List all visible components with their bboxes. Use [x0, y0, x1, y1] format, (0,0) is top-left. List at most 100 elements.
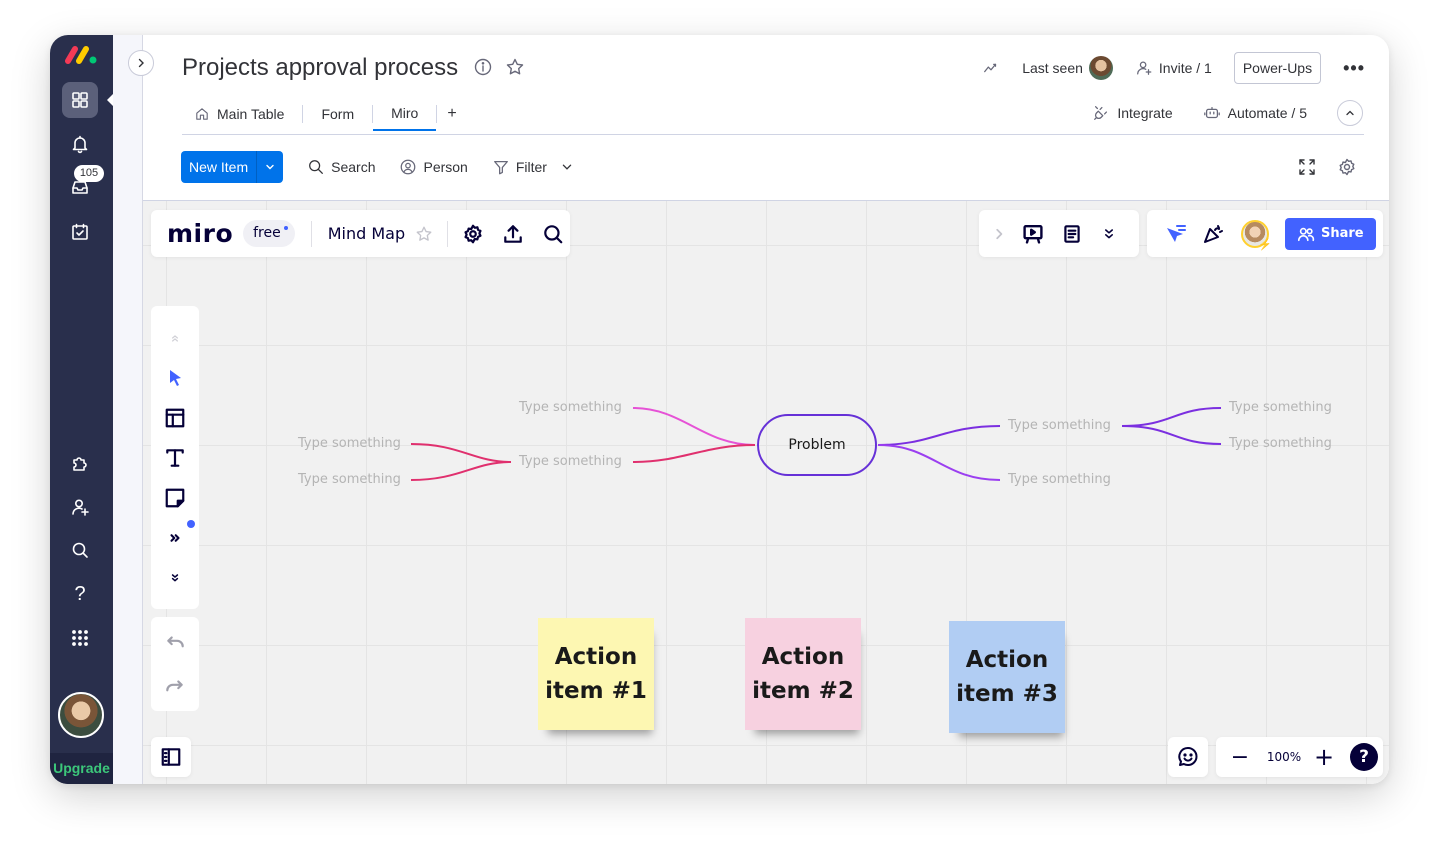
filter-button[interactable]: Filter	[492, 158, 573, 176]
templates-tool[interactable]	[163, 406, 187, 430]
person-filter-button[interactable]: Person	[399, 158, 468, 176]
miro-logo[interactable]: miro	[167, 219, 233, 248]
settings-gear-icon[interactable]	[1337, 157, 1357, 177]
mindmap-node[interactable]: Type something	[298, 472, 401, 487]
mindmap-node[interactable]: Type something	[1008, 472, 1111, 487]
upload-icon[interactable]	[502, 223, 524, 245]
cursor-follow-icon[interactable]	[1163, 222, 1187, 246]
connector-right-child-lower	[1121, 425, 1222, 445]
miro-share-button[interactable]: Share	[1285, 217, 1376, 250]
connector-center-right-lower	[877, 444, 1001, 481]
connector-center-left-upper	[632, 407, 756, 446]
automate-button[interactable]: Automate / 5	[1203, 104, 1307, 122]
chevron-right-icon	[138, 58, 144, 68]
star-icon[interactable]	[505, 57, 525, 77]
mindmap-node[interactable]: Type something	[519, 400, 622, 415]
tab-label: Main Table	[217, 106, 285, 122]
collaborator-avatar[interactable]: ⚡	[1241, 219, 1272, 251]
left-nav: 105 ? Upgrade	[50, 35, 114, 784]
zoom-out-button[interactable]: −	[1228, 745, 1252, 770]
tools-scroll-down-button[interactable]	[163, 566, 187, 590]
mindmap-node[interactable]: Type something	[519, 454, 622, 469]
nav-help-button[interactable]: ?	[62, 576, 98, 612]
chevrons-down-icon[interactable]	[1101, 226, 1117, 242]
tab-miro[interactable]: Miro	[373, 97, 437, 131]
mindmap-node[interactable]: Type something	[298, 436, 401, 451]
invite-button[interactable]: Invite / 1	[1135, 59, 1212, 77]
chevron-up-icon	[1346, 110, 1354, 116]
search-icon[interactable]	[542, 223, 564, 245]
zoom-controls: − 100% + ?	[1216, 737, 1383, 777]
mindmap-node[interactable]: Type something	[1229, 436, 1332, 451]
sticky-note[interactable]: Action item #2	[745, 618, 861, 730]
tab-main-table[interactable]: Main Table	[182, 97, 302, 131]
chevrons-up-icon	[172, 335, 178, 342]
mindmap-center-node[interactable]: Problem	[757, 414, 877, 476]
nav-integrations-button[interactable]	[62, 445, 98, 481]
new-item-button[interactable]: New Item	[181, 151, 256, 183]
nav-search-button[interactable]	[62, 532, 98, 568]
integrate-button[interactable]: Integrate	[1092, 104, 1173, 122]
tools-scroll-up-button[interactable]	[163, 326, 187, 350]
monday-logo-icon[interactable]	[64, 45, 98, 65]
more-options-button[interactable]: •••	[1343, 58, 1365, 79]
miro-history-panel	[151, 617, 199, 711]
mindmap-node[interactable]: Type something	[1229, 400, 1332, 415]
fullscreen-icon[interactable]	[1297, 157, 1317, 177]
text-tool[interactable]	[163, 446, 187, 470]
info-icon[interactable]	[473, 57, 493, 77]
tab-label: Miro	[391, 105, 419, 121]
miro-help-button[interactable]: ?	[1350, 743, 1378, 771]
calendar-check-icon	[72, 223, 88, 240]
presentation-icon[interactable]	[1021, 222, 1045, 246]
zoom-level[interactable]: 100%	[1264, 750, 1304, 764]
redo-button[interactable]	[163, 675, 187, 699]
zoom-in-button[interactable]: +	[1312, 743, 1336, 771]
more-tools-button[interactable]	[163, 520, 195, 550]
star-icon[interactable]	[415, 225, 433, 243]
select-tool[interactable]	[163, 366, 187, 390]
miro-board-canvas[interactable]: Type something Type something Type somet…	[143, 200, 1389, 784]
last-seen-label: Last seen	[1022, 60, 1083, 76]
nav-apps-button[interactable]	[62, 620, 98, 656]
settings-gear-icon[interactable]	[462, 223, 484, 245]
collapse-header-button[interactable]	[1337, 100, 1363, 126]
search-icon	[309, 160, 324, 174]
nav-workspace-button[interactable]	[62, 82, 98, 118]
plan-badge[interactable]: free	[243, 220, 295, 247]
reactions-button[interactable]	[1168, 737, 1208, 777]
miro-collab-panel: ⚡ Share	[1147, 210, 1383, 257]
add-view-button[interactable]: +	[437, 97, 466, 131]
nav-notifications-button[interactable]	[62, 126, 98, 162]
nav-my-work-button[interactable]	[62, 214, 98, 250]
search-button[interactable]: Search	[307, 158, 375, 176]
tab-form[interactable]: Form	[303, 97, 372, 131]
board-title[interactable]: Projects approval process	[182, 54, 458, 82]
activity-button[interactable]	[982, 59, 1000, 77]
celebrate-icon[interactable]	[1201, 222, 1225, 246]
frames-panel-button[interactable]	[151, 737, 191, 777]
new-item-button-group: New Item	[181, 151, 284, 183]
filter-icon	[493, 160, 508, 175]
last-seen-button[interactable]: Last seen	[1022, 56, 1113, 80]
notes-icon[interactable]	[1061, 223, 1083, 245]
text-icon	[166, 449, 184, 467]
chevron-right-icon[interactable]	[993, 228, 1005, 240]
expand-sidebar-button[interactable]	[128, 50, 154, 76]
powerups-button[interactable]: Power-Ups	[1233, 52, 1322, 84]
search-icon	[72, 542, 88, 558]
mindmap-node[interactable]: Type something	[1008, 418, 1111, 433]
integrate-label: Integrate	[1117, 105, 1173, 121]
add-user-icon	[72, 499, 89, 516]
board-name[interactable]: Mind Map	[328, 224, 405, 243]
sticky-note[interactable]: Action item #3	[949, 621, 1065, 733]
undo-button[interactable]	[163, 631, 187, 655]
nav-invite-button[interactable]	[62, 489, 98, 525]
help-icon: ?	[74, 582, 86, 605]
sticky-note-tool[interactable]	[163, 486, 187, 510]
upgrade-button[interactable]: Upgrade	[50, 753, 113, 784]
new-item-dropdown-button[interactable]	[256, 151, 283, 183]
sticky-note[interactable]: Action item #1	[538, 618, 654, 730]
user-avatar[interactable]	[58, 692, 104, 738]
invite-label: Invite / 1	[1158, 60, 1212, 76]
